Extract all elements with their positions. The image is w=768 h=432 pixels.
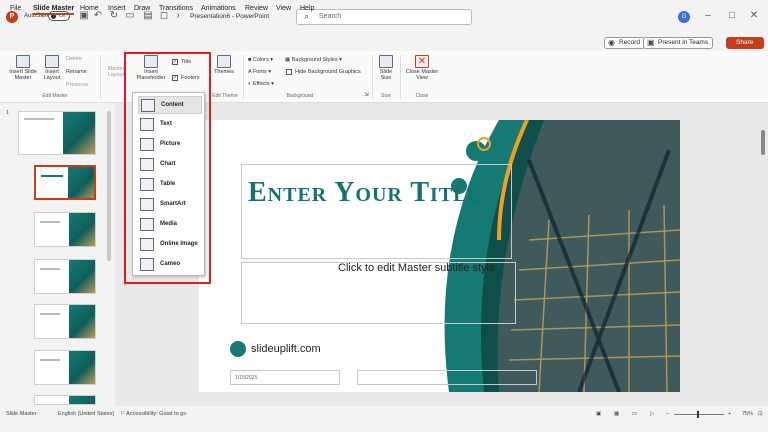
accessibility-label: Accessibility: Good to go (126, 411, 187, 417)
background-styles-label: Background Styles (291, 57, 338, 63)
close-group-label: Close (415, 93, 429, 99)
record-button[interactable]: ◉ Record (604, 37, 645, 49)
zoom-out-icon[interactable]: – (666, 411, 669, 417)
tab-draw[interactable]: Draw (134, 5, 150, 12)
sorter-view-icon[interactable]: ▦ (614, 411, 619, 417)
zoom-slider-thumb[interactable] (697, 411, 699, 418)
zoom-slider[interactable] (674, 414, 724, 415)
slide-size-button[interactable]: Slide Size (377, 55, 395, 81)
slide-master-icon (16, 55, 30, 68)
effects-label: Effects (252, 81, 270, 87)
zoom-in-icon[interactable]: + (728, 411, 731, 417)
slideshow-icon[interactable]: ▷ (650, 411, 654, 417)
teams-icon: ▣ (647, 38, 655, 47)
tab-view[interactable]: View (276, 5, 291, 12)
preserve-button[interactable]: Preserve (66, 82, 88, 88)
slide-size-label: Slide Size (379, 69, 393, 81)
slide-subtitle: Click to edit Master subtitle style (338, 262, 496, 274)
footer-placeholder[interactable] (357, 370, 537, 385)
hide-background-checkbox[interactable] (286, 69, 292, 75)
language-status[interactable]: English (United States) (58, 411, 114, 417)
restore-icon[interactable]: □ (726, 10, 738, 22)
size-group-label: Size (381, 93, 391, 99)
master-layout-button[interactable]: Master Layout (106, 66, 126, 78)
share-button[interactable]: Share (726, 37, 764, 49)
avatar[interactable]: G (678, 11, 690, 23)
edit-theme-group-label: Edit Theme (212, 93, 238, 99)
tab-slide-master[interactable]: Slide Master (33, 5, 75, 15)
status-bar (0, 406, 768, 432)
hide-background-label: Hide Background Graphics (295, 69, 361, 75)
record-label: Record (619, 39, 640, 46)
slide-size-icon (379, 55, 393, 68)
themes-label: Themes (214, 69, 234, 75)
layout-thumbnail[interactable] (34, 212, 96, 247)
colors-label: Colors (252, 57, 269, 63)
tab-review[interactable]: Review (245, 5, 268, 12)
divider (243, 55, 244, 99)
effects-button[interactable]: ◐ Effects ▾ (248, 81, 274, 87)
slide-title: Enter Your Title (248, 177, 482, 208)
layout-thumbnail[interactable] (34, 395, 96, 405)
colors-button[interactable]: ■ Colors ▾ (248, 57, 273, 63)
present-in-teams-button[interactable]: ▣ Present in Teams (643, 37, 714, 49)
decorative-ring (477, 137, 491, 151)
close-master-icon: ✕ (415, 55, 429, 68)
layout-thumbnail[interactable] (34, 259, 96, 294)
edit-master-group-label: Edit Master (42, 93, 68, 99)
dialog-launcher-icon[interactable]: ⇲ (364, 92, 369, 98)
delete-button[interactable]: Delete (66, 56, 82, 62)
highlight-box (124, 52, 211, 284)
close-master-view-button[interactable]: ✕ Close Master View (404, 55, 440, 81)
zoom-level[interactable]: 75% (742, 411, 753, 417)
rename-button[interactable]: Rename (66, 69, 87, 75)
tab-animations[interactable]: Animations (201, 5, 236, 12)
document-title: Presentation6 - PowerPoint (190, 13, 270, 20)
close-icon[interactable]: ✕ (748, 10, 760, 22)
canvas-scrollbar[interactable] (761, 130, 765, 155)
search-input[interactable]: Search (296, 9, 472, 25)
insert-layout-button[interactable]: Insert Layout (40, 55, 64, 81)
normal-view-icon[interactable]: ▣ (596, 411, 601, 417)
logo-text: slideuplift.com (251, 343, 321, 355)
tab-home[interactable]: Home (80, 5, 99, 12)
teams-label: Present in Teams (658, 39, 709, 46)
layout-icon (45, 55, 59, 68)
reading-view-icon[interactable]: ▭ (632, 411, 637, 417)
fonts-button[interactable]: A Fonts ▾ (248, 69, 271, 75)
search-icon: ⌕ (304, 11, 310, 21)
date-placeholder[interactable]: 1/15/2025 (230, 370, 340, 385)
themes-icon (217, 55, 231, 68)
tab-help[interactable]: Help (300, 5, 314, 12)
divider (372, 55, 373, 99)
insert-slide-master-label: Insert Slide Master (9, 69, 37, 81)
divider (100, 55, 101, 99)
layout-thumbnail[interactable] (34, 165, 96, 200)
tab-insert[interactable]: Insert (108, 5, 126, 12)
master-slide-thumbnail[interactable] (18, 111, 96, 155)
layout-thumbnail[interactable] (34, 350, 96, 385)
background-group-label: Background (286, 93, 314, 99)
tab-file[interactable]: File (10, 5, 21, 12)
divider (400, 55, 401, 99)
slide-number: 1 (6, 110, 10, 116)
themes-button[interactable]: Themes (212, 55, 236, 75)
insert-slide-master-button[interactable]: Insert Slide Master (8, 55, 38, 81)
layout-thumbnail[interactable] (34, 304, 96, 339)
powerpoint-logo-icon: P (6, 11, 18, 23)
background-styles-button[interactable]: ▦ Background Styles ▾ (285, 57, 342, 63)
tab-transitions[interactable]: Transitions (159, 5, 193, 12)
fit-to-window-icon[interactable]: ⊡ (758, 411, 763, 417)
accessibility-status[interactable]: ⚐ Accessibility: Good to go (120, 411, 186, 417)
record-icon: ◉ (608, 38, 615, 47)
insert-layout-label: Insert Layout (43, 69, 61, 81)
view-status: Slide Master (6, 411, 37, 417)
slideuplift-logo-icon (230, 341, 246, 357)
minimize-icon[interactable]: – (702, 10, 714, 22)
fonts-label: Fonts (252, 69, 267, 75)
thumbnail-scrollbar[interactable] (107, 111, 111, 261)
close-master-label: Close Master View (405, 69, 439, 81)
